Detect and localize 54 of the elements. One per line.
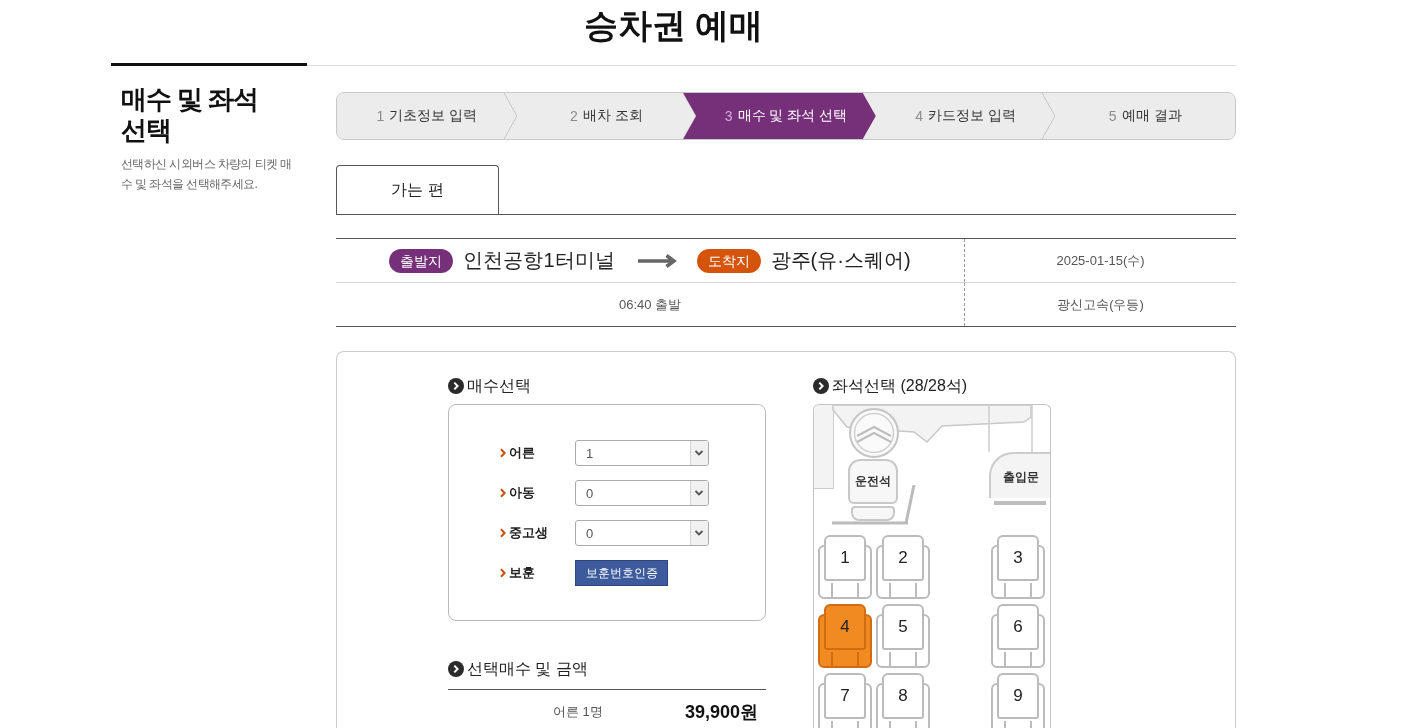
- step-number: 2: [570, 108, 578, 124]
- step-label: 기초정보 입력: [389, 107, 478, 125]
- seat-button[interactable]: 6: [991, 604, 1045, 668]
- chevron-circle-icon: [448, 378, 464, 394]
- chevron-circle-icon: [813, 378, 829, 394]
- passenger-type-label: 아동: [509, 484, 535, 502]
- step-label: 예매 결과: [1121, 107, 1182, 125]
- summary-label: 어른 1명: [553, 703, 603, 721]
- arrow-icon: [636, 252, 679, 269]
- caret-icon: [690, 481, 708, 505]
- chevron-icon: [500, 568, 506, 578]
- caret-icon: [690, 441, 708, 465]
- caret-icon: [690, 521, 708, 545]
- step-label: 매수 및 좌석 선택: [737, 107, 848, 125]
- step-number: 3: [724, 108, 733, 124]
- chevron-icon: [500, 488, 506, 498]
- step-label: 카드정보 입력: [928, 107, 1016, 125]
- chevron-icon: [500, 528, 506, 538]
- verification-button[interactable]: 보훈번호인증: [575, 560, 668, 586]
- count-dropdown[interactable]: 1: [575, 440, 709, 466]
- seat-button[interactable]: 1: [818, 535, 872, 599]
- seat-button[interactable]: 5: [876, 604, 930, 668]
- seat-button[interactable]: 2: [876, 535, 930, 599]
- departure-date: 2025-01-15(수): [1056, 251, 1145, 270]
- page-title: 승차권 예매: [583, 5, 764, 46]
- departure-terminal: 인천공항1터미널: [463, 248, 615, 273]
- direction-tab[interactable]: 가는 편: [336, 165, 499, 214]
- arrival-badge: 도착지: [696, 248, 761, 273]
- passenger-type-label: 보훈: [509, 564, 535, 582]
- passenger-type-label: 중고생: [509, 524, 548, 542]
- bus-company: 광신고속(우등): [1057, 295, 1144, 314]
- seat-button[interactable]: 3: [991, 535, 1045, 599]
- entrance-door: 출입문: [989, 452, 1050, 498]
- arrival-terminal: 광주(유·스퀘어): [770, 248, 911, 273]
- chevron-circle-icon: [448, 661, 464, 677]
- section-description: 선택하신 시외버스 차량의 티켓 매수 및 좌석을 선택해주세요.: [121, 156, 293, 193]
- count-dropdown[interactable]: 0: [575, 480, 709, 506]
- summary-amount: 39,900원: [684, 701, 758, 724]
- step-label: 배차 조회: [582, 107, 643, 125]
- passenger-type-label: 어른: [509, 444, 535, 462]
- departure-badge: 출발지: [389, 248, 454, 273]
- door-step: [994, 501, 1046, 505]
- step-number: 4: [915, 108, 924, 124]
- section-title: 매수선택: [467, 375, 531, 396]
- seat-button[interactable]: 4: [818, 604, 872, 668]
- departure-time: 06:40 출발: [618, 295, 682, 314]
- driver-seat: 운전석: [846, 459, 900, 521]
- section-heading: 매수 및 좌석 선택: [121, 84, 260, 146]
- count-dropdown[interactable]: 0: [575, 520, 709, 546]
- step-number: 1: [376, 108, 385, 124]
- section-title: 선택매수 및 금액: [467, 658, 588, 679]
- chevron-icon: [500, 448, 506, 458]
- step-number: 5: [1108, 108, 1117, 124]
- section-title: 좌석선택 (28/28석): [832, 375, 968, 396]
